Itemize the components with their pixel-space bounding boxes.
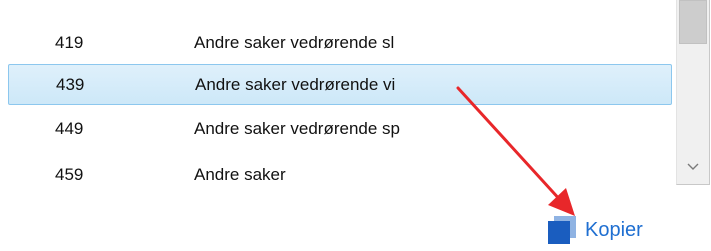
list-item[interactable]: 459 Andre saker bbox=[8, 154, 672, 185]
copy-button[interactable]: Kopier bbox=[548, 216, 643, 244]
list-item[interactable]: 449 Andre saker vedrørende sp bbox=[8, 108, 672, 149]
code-picker-panel: 419 Andre saker vedrørende sl 439 Andre … bbox=[0, 0, 711, 251]
scrollbar-thumb[interactable] bbox=[679, 0, 707, 44]
description-cell: Andre saker vedrørende vi bbox=[195, 74, 396, 94]
copy-icon bbox=[548, 216, 576, 244]
code-cell: 449 bbox=[55, 118, 84, 138]
code-list: 419 Andre saker vedrørende sl 439 Andre … bbox=[0, 0, 676, 185]
chevron-down-icon bbox=[687, 163, 699, 170]
vertical-scrollbar[interactable] bbox=[676, 0, 710, 185]
list-item[interactable]: 439 Andre saker vedrørende vi bbox=[8, 64, 672, 105]
code-cell: 419 bbox=[55, 32, 84, 52]
description-cell: Andre saker bbox=[194, 164, 286, 184]
description-cell: Andre saker vedrørende sl bbox=[194, 32, 395, 52]
copy-label: Kopier bbox=[585, 218, 643, 241]
description-cell: Andre saker vedrørende sp bbox=[194, 118, 400, 138]
code-cell: 459 bbox=[55, 164, 84, 184]
list-item[interactable]: 419 Andre saker vedrørende sl bbox=[8, 22, 672, 63]
code-cell: 439 bbox=[56, 74, 85, 94]
scroll-down-button[interactable] bbox=[677, 158, 709, 176]
annotation-arrow-head bbox=[548, 188, 575, 216]
